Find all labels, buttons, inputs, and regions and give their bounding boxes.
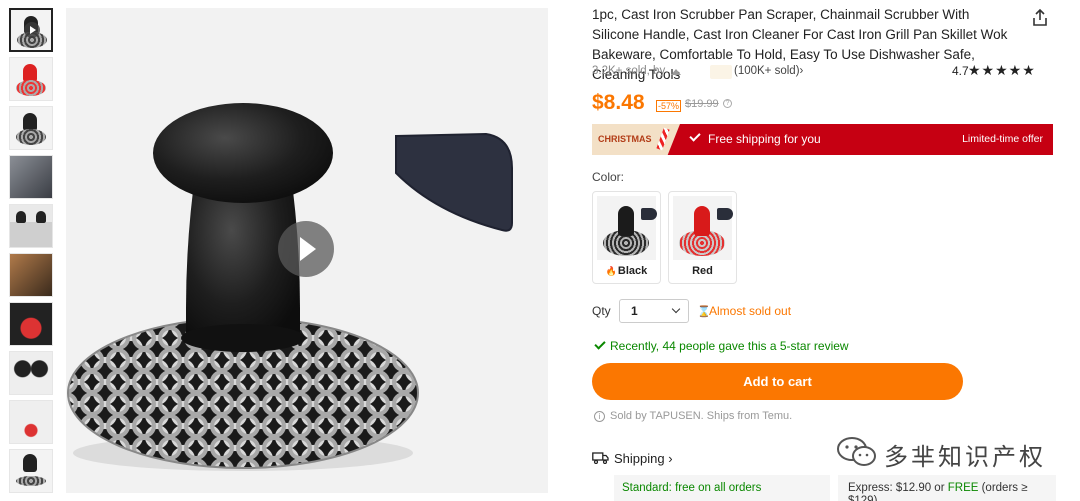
express-shipping-option: Express: $12.90 or FREE (orders ≥ $129) bbox=[838, 475, 1056, 501]
thumbnail-image[interactable] bbox=[9, 302, 53, 346]
promo-label: CHRISTMAS bbox=[598, 134, 652, 144]
play-video-button[interactable] bbox=[278, 221, 334, 277]
thumbnail-product bbox=[23, 454, 37, 472]
star-rating-icon[interactable]: ★★★★★ bbox=[968, 62, 1036, 79]
thumbnail-image[interactable] bbox=[9, 155, 53, 199]
thumbnail-image[interactable] bbox=[9, 106, 53, 150]
thumbnail-mesh bbox=[16, 80, 46, 96]
thumbnail-strip bbox=[9, 8, 55, 498]
promo-banner: CHRISTMAS Free shipping for you Limited-… bbox=[592, 124, 1053, 155]
thumbnail-image[interactable] bbox=[9, 204, 53, 248]
watermark: 多芈知识产权 bbox=[836, 433, 1056, 473]
thumbnail-video[interactable] bbox=[9, 8, 53, 52]
thumbnail-scene bbox=[10, 352, 52, 394]
standard-shipping-option: Standard: free on all orders bbox=[614, 475, 830, 501]
quantity-value: 1 bbox=[631, 304, 638, 318]
christmas-promo: CHRISTMAS bbox=[592, 124, 680, 155]
color-option-red[interactable]: Red bbox=[668, 191, 737, 284]
original-price: $19.99 bbox=[685, 98, 719, 110]
standard-shipping-text: Standard: free on all orders bbox=[622, 482, 762, 494]
stock-note: Almost sold out bbox=[709, 304, 792, 318]
check-icon bbox=[689, 130, 701, 142]
info-icon: i bbox=[594, 411, 605, 422]
thumbnail-mesh bbox=[16, 129, 46, 145]
thumbnail-product bbox=[16, 211, 26, 223]
swatch-label: 🔥Black bbox=[605, 265, 648, 277]
thumbnail-mesh bbox=[16, 476, 46, 486]
swatch-scraper bbox=[717, 208, 733, 220]
thumbnail-image[interactable] bbox=[9, 351, 53, 395]
shipping-link[interactable]: Shipping › bbox=[614, 451, 673, 466]
store-sold-count[interactable]: (100K+ sold)› bbox=[734, 65, 803, 77]
swatch-label: Red bbox=[692, 265, 713, 277]
fire-icon: 🔥 bbox=[605, 266, 617, 276]
sold-by-text: Sold by TAPUSEN. Ships from Temu. bbox=[610, 410, 793, 422]
rating-value: 4.7 bbox=[952, 64, 969, 78]
thumbnail-product bbox=[36, 211, 46, 223]
current-price: $8.48 bbox=[592, 91, 645, 114]
add-to-cart-button[interactable]: Add to cart bbox=[592, 363, 963, 400]
sales-meta: 3.2K+ sold, by (100K+ sold)› 4.7 ★★★★★ bbox=[592, 62, 1052, 81]
color-label: Color: bbox=[592, 170, 625, 184]
swatch-knob bbox=[694, 206, 710, 236]
qty-label: Qty bbox=[592, 304, 611, 318]
store-logo-icon bbox=[671, 69, 681, 75]
color-option-black[interactable]: 🔥Black bbox=[592, 191, 661, 284]
share-icon[interactable] bbox=[1030, 8, 1050, 28]
wechat-logo-icon bbox=[837, 437, 876, 466]
swatch-image bbox=[597, 196, 657, 260]
free-shipping-text: Free shipping for you bbox=[708, 132, 821, 146]
check-icon bbox=[594, 338, 606, 350]
quantity-select[interactable]: 1 bbox=[619, 299, 689, 323]
swatch-image bbox=[673, 196, 733, 260]
thumbnail-scene bbox=[10, 156, 52, 198]
thumbnail-image[interactable] bbox=[9, 449, 53, 493]
express-shipping-text: Express: $12.90 or FREE (orders ≥ $129) bbox=[848, 482, 1028, 501]
sold-count: 3.2K+ sold, by bbox=[592, 65, 666, 77]
watermark-text: 多芈知识产权 bbox=[884, 443, 1046, 471]
swatch-scraper bbox=[641, 208, 657, 220]
add-to-cart-label: Add to cart bbox=[743, 374, 812, 389]
candy-cane-icon bbox=[656, 127, 670, 151]
thumbnail-image[interactable] bbox=[9, 400, 53, 444]
play-icon bbox=[24, 22, 40, 38]
swatch-knob bbox=[618, 206, 634, 236]
thumbnail-image[interactable] bbox=[9, 57, 53, 101]
thumbnail-image[interactable] bbox=[9, 253, 53, 297]
chevron-down-icon bbox=[671, 304, 681, 314]
info-icon[interactable]: ? bbox=[723, 99, 732, 108]
store-name-chip[interactable] bbox=[710, 65, 732, 79]
review-note: Recently, 44 people gave this a 5-star r… bbox=[610, 339, 849, 353]
truck-icon bbox=[592, 452, 609, 464]
thumbnail-scene bbox=[10, 254, 52, 296]
limited-offer-text: Limited-time offer bbox=[962, 133, 1043, 145]
thumbnail-scene bbox=[10, 401, 52, 443]
discount-badge: -57% bbox=[656, 100, 682, 112]
thumbnail-scene bbox=[10, 303, 52, 345]
thumbnail-scene bbox=[10, 205, 52, 247]
main-product-image[interactable] bbox=[66, 8, 548, 493]
